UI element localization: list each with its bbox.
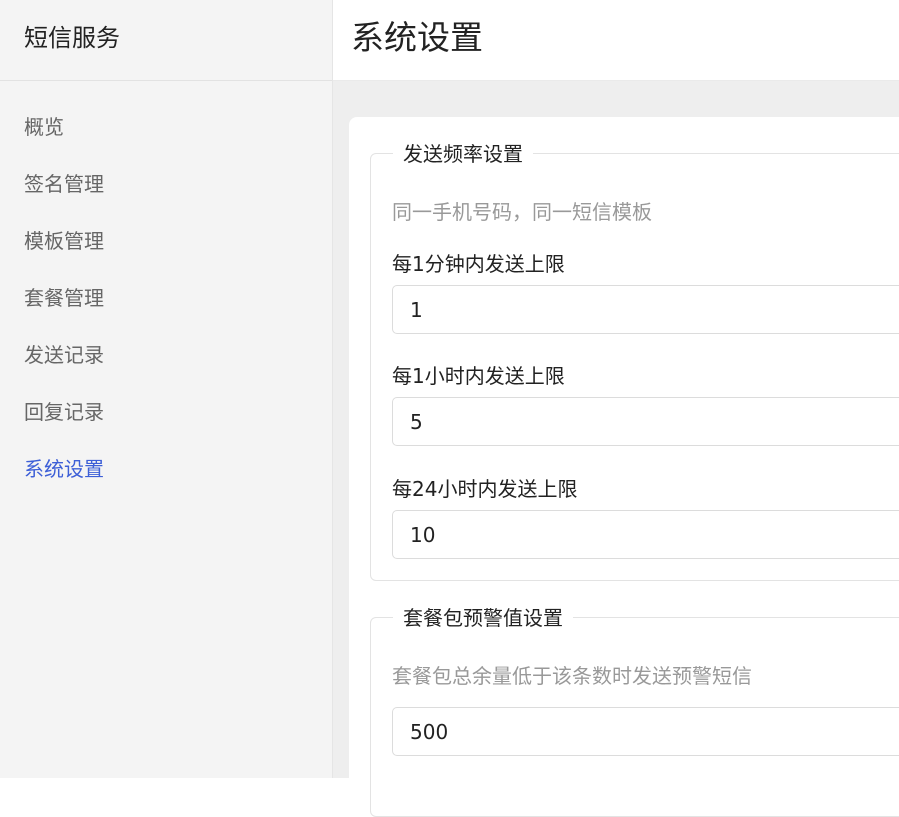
sidebar-item-overview[interactable]: 概览 [0, 97, 332, 154]
app-title: 短信服务 [24, 23, 120, 52]
package-alert-input[interactable] [392, 707, 899, 756]
settings-card: 发送频率设置 同一手机号码，同一短信模板 每1分钟内发送上限 每1小时内发送上限… [349, 117, 899, 817]
sidebar-item-send-records[interactable]: 发送记录 [0, 325, 332, 382]
sidebar-nav: 概览 签名管理 模板管理 套餐管理 发送记录 回复记录 系统设置 [0, 81, 332, 496]
frequency-section: 发送频率设置 同一手机号码，同一短信模板 每1分钟内发送上限 每1小时内发送上限… [370, 141, 899, 581]
per-minute-label: 每1分钟内发送上限 [392, 252, 565, 276]
page-title: 系统设置 [351, 18, 483, 57]
sidebar: 短信服务 概览 签名管理 模板管理 套餐管理 发送记录 回复记录 系统设置 [0, 0, 333, 778]
package-alert-hint: 套餐包总余量低于该条数时发送预警短信 [392, 664, 752, 688]
sidebar-item-templates[interactable]: 模板管理 [0, 211, 332, 268]
frequency-legend: 发送频率设置 [393, 141, 533, 167]
per-hour-label: 每1小时内发送上限 [392, 364, 565, 388]
per-hour-input[interactable] [392, 397, 899, 446]
package-alert-legend: 套餐包预警值设置 [393, 605, 573, 631]
package-alert-section: 套餐包预警值设置 套餐包总余量低于该条数时发送预警短信 [370, 605, 899, 817]
sidebar-item-signatures[interactable]: 签名管理 [0, 154, 332, 211]
per-day-input[interactable] [392, 510, 899, 559]
page-header: 系统设置 [333, 0, 899, 81]
sidebar-item-packages[interactable]: 套餐管理 [0, 268, 332, 325]
frequency-hint: 同一手机号码，同一短信模板 [392, 200, 652, 224]
sidebar-item-system-settings[interactable]: 系统设置 [0, 439, 332, 496]
sidebar-header: 短信服务 [0, 0, 332, 81]
sidebar-item-reply-records[interactable]: 回复记录 [0, 382, 332, 439]
per-day-label: 每24小时内发送上限 [392, 477, 578, 501]
main-content: 发送频率设置 同一手机号码，同一短信模板 每1分钟内发送上限 每1小时内发送上限… [333, 81, 899, 817]
per-minute-input[interactable] [392, 285, 899, 334]
